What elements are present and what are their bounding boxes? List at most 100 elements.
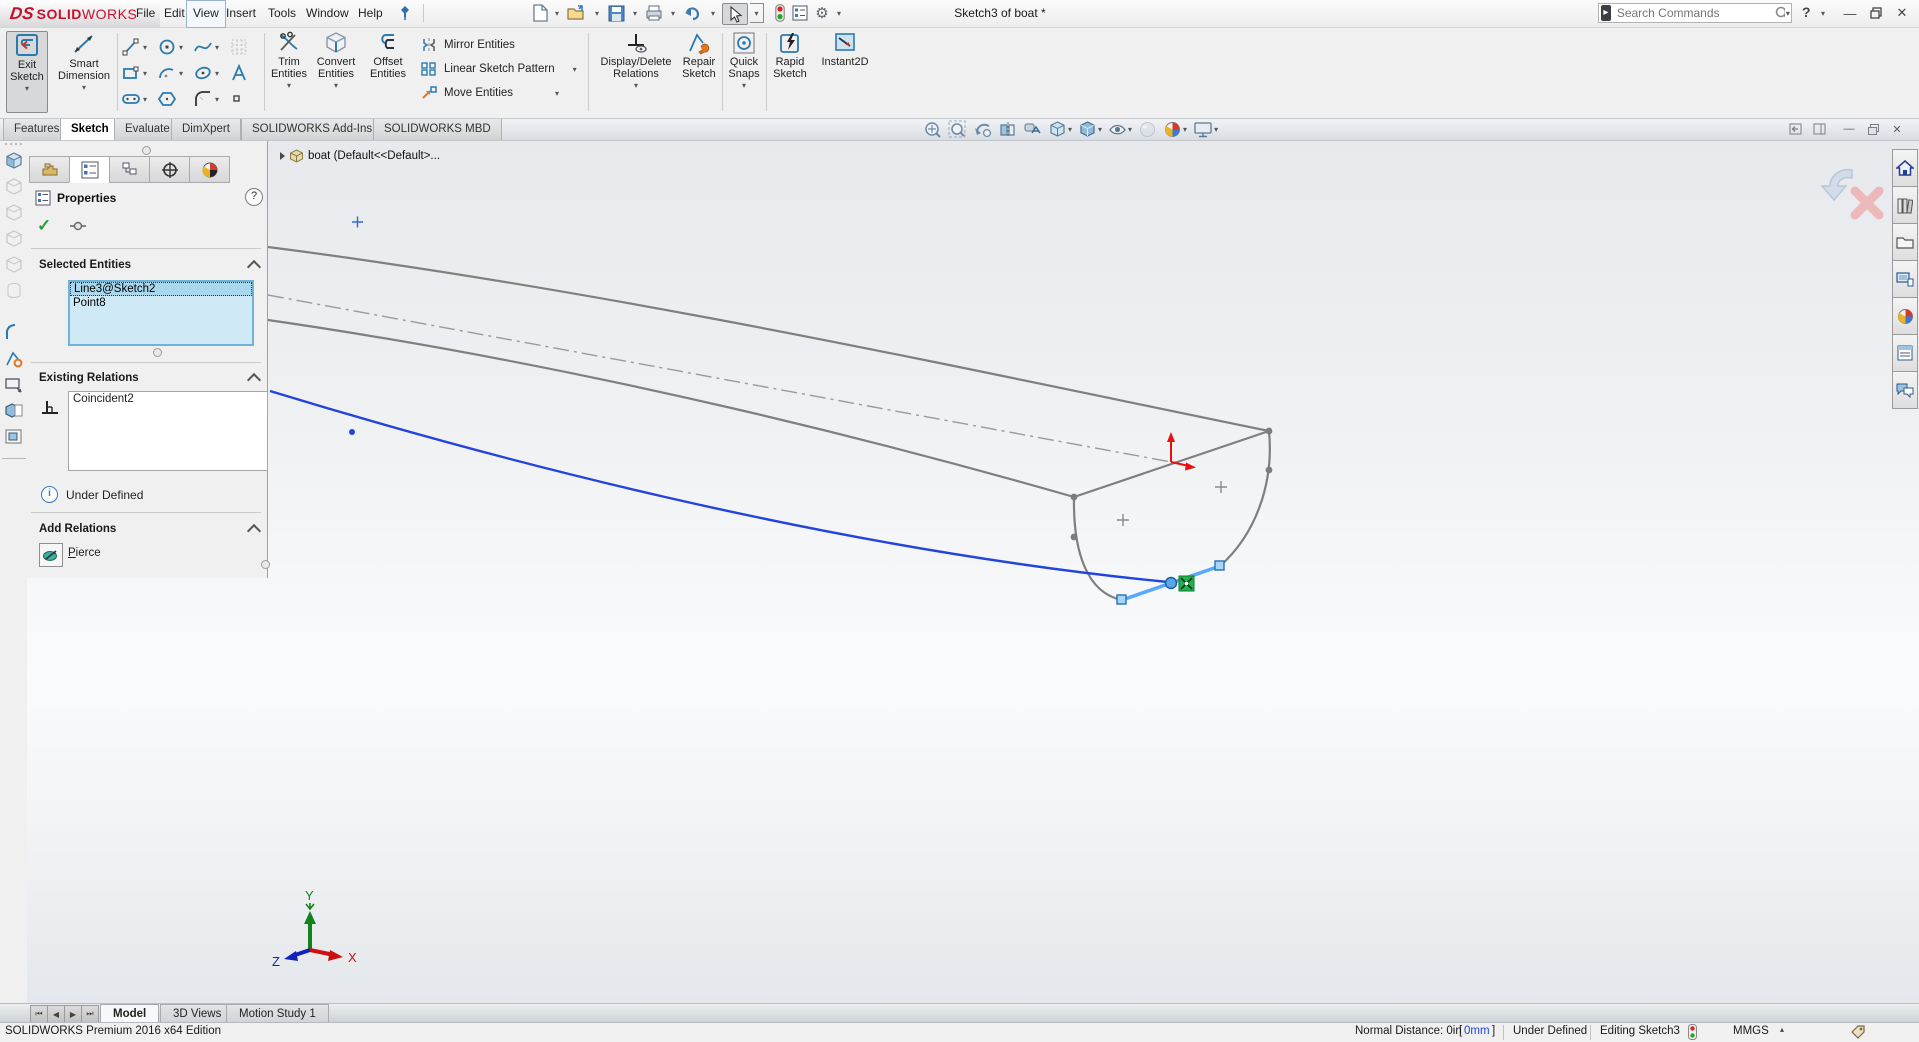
move-view-button[interactable] xyxy=(0,372,27,398)
doc-window-back-icon[interactable] xyxy=(1785,120,1805,138)
home-tab-button[interactable] xyxy=(1892,149,1918,187)
existing-relations-header[interactable]: Existing Relations xyxy=(39,372,139,384)
sketch-picture-button[interactable] xyxy=(229,37,249,57)
fillet-tool-button[interactable]: ▾ xyxy=(193,89,219,109)
smart-dimension-button[interactable]: Smart Dimension ▾ xyxy=(54,31,114,92)
circle-tool-button[interactable]: ▾ xyxy=(157,37,183,57)
prev-tab-button[interactable]: ◀ xyxy=(47,1005,65,1023)
menu-file[interactable]: File xyxy=(130,0,161,26)
spline-tool-caret[interactable]: ▾ xyxy=(215,43,219,52)
print-caret[interactable]: ▾ xyxy=(668,3,678,23)
search-input[interactable] xyxy=(1614,5,1774,21)
save-button[interactable] xyxy=(606,3,626,23)
pin-menu-icon[interactable] xyxy=(398,5,412,21)
units-caret[interactable]: ▴ xyxy=(1780,1025,1784,1034)
menu-window[interactable]: Window xyxy=(300,0,355,26)
convert-entities-button[interactable]: Convert Entities ▾ xyxy=(312,31,360,90)
listbox-resize-grip[interactable] xyxy=(153,348,162,357)
zoom-to-area-button[interactable] xyxy=(945,118,970,140)
help-button[interactable]: ? xyxy=(1802,4,1811,20)
quick-snaps-caret[interactable]: ▾ xyxy=(742,81,746,90)
view-cylinder-button[interactable] xyxy=(0,278,27,304)
panel-help-button[interactable]: ? xyxy=(245,188,263,206)
edit-appearance-button[interactable] xyxy=(1135,118,1160,140)
zoom-to-fit-button[interactable] xyxy=(920,118,945,140)
tab-dimxpert[interactable]: DimXpert xyxy=(171,118,241,140)
help-caret[interactable]: ▾ xyxy=(1818,3,1828,23)
pierce-relation-button[interactable] xyxy=(39,543,63,567)
view-orientation-button[interactable]: ▾ xyxy=(1045,118,1075,140)
file-properties-button[interactable] xyxy=(790,3,810,23)
section-view-button[interactable] xyxy=(995,118,1020,140)
polygon-tool-button[interactable] xyxy=(157,89,177,109)
forum-button[interactable] xyxy=(1892,371,1918,409)
save-caret[interactable]: ▾ xyxy=(630,3,640,23)
arc-tool-button[interactable]: ▾ xyxy=(157,63,183,83)
window-close-button[interactable]: ✕ xyxy=(1890,0,1914,26)
view-cube-button[interactable] xyxy=(0,226,27,252)
next-tab-button[interactable]: ▶ xyxy=(64,1005,82,1023)
tab-solidworks-mbd[interactable]: SOLIDWORKS MBD xyxy=(373,118,502,140)
apply-scene-button[interactable]: ▾ xyxy=(1160,118,1190,140)
view-cube-button[interactable] xyxy=(0,174,27,200)
tab-solidworks-add-ins[interactable]: SOLIDWORKS Add-Ins xyxy=(241,118,384,140)
doc-restore-button[interactable] xyxy=(1863,120,1883,138)
offset-entities-button[interactable]: Offset Entities xyxy=(362,31,414,80)
appearances-scenes-button[interactable] xyxy=(1892,297,1918,335)
move-entities-caret[interactable]: ▾ xyxy=(555,89,559,98)
view-annotations-button[interactable] xyxy=(1020,118,1045,140)
rapid-sketch-button[interactable]: Rapid Sketch xyxy=(768,31,812,80)
render-cube-button[interactable] xyxy=(0,398,27,424)
doc-minimize-button[interactable]: — xyxy=(1839,120,1859,138)
spline-tool-button[interactable]: ▾ xyxy=(193,37,219,57)
rectangle-tool-button[interactable]: ▾ xyxy=(121,63,147,83)
first-tab-button[interactable]: ⏮ xyxy=(30,1005,48,1023)
smart-dimension-caret[interactable]: ▾ xyxy=(82,83,86,92)
graphics-viewport[interactable] xyxy=(27,140,1919,1003)
ok-check-button[interactable]: ✓ xyxy=(37,216,51,236)
view-orientation-caret[interactable]: ▾ xyxy=(1068,125,1072,134)
custom-properties-button[interactable] xyxy=(1892,334,1918,372)
convert-entities-caret[interactable]: ▾ xyxy=(334,81,338,90)
add-relations-collapse-icon[interactable] xyxy=(246,523,262,539)
circle-tool-caret[interactable]: ▾ xyxy=(179,43,183,52)
existing-relations-collapse-icon[interactable] xyxy=(246,372,262,388)
menu-help[interactable]: Help xyxy=(352,0,389,26)
view-cube-button[interactable] xyxy=(0,200,27,226)
slot-tool-button[interactable]: ▾ xyxy=(121,89,147,109)
pin-icon[interactable] xyxy=(69,219,87,233)
tree-expander-icon[interactable] xyxy=(280,152,285,160)
point-tool-button[interactable] xyxy=(231,93,243,105)
units-label[interactable]: MMGS xyxy=(1733,1025,1769,1037)
open-document-caret[interactable]: ▾ xyxy=(592,3,602,23)
print-button[interactable] xyxy=(644,3,664,23)
existing-relations-listbox[interactable]: Coincident2 xyxy=(68,391,268,471)
ellipse-tool-caret[interactable]: ▾ xyxy=(215,69,219,78)
panel-corner-grip[interactable] xyxy=(261,560,270,569)
add-relations-header[interactable]: Add Relations xyxy=(39,523,116,535)
view-cube-shaded-button[interactable] xyxy=(0,148,27,174)
move-entities-button[interactable]: Move Entities ▾ xyxy=(420,81,577,105)
list-item[interactable]: Point8 xyxy=(70,296,252,310)
mirror-entities-button[interactable]: Mirror Entities xyxy=(420,33,577,57)
sketch-text-button[interactable] xyxy=(229,63,249,83)
display-style-button[interactable]: ▾ xyxy=(1075,118,1105,140)
ellipse-tool-button[interactable]: ▾ xyxy=(193,63,219,83)
tag-icon[interactable] xyxy=(1850,1024,1867,1040)
new-document-button[interactable] xyxy=(530,3,550,23)
pierce-label[interactable]: Pierce xyxy=(68,547,101,559)
last-tab-button[interactable]: ⏭ xyxy=(81,1005,99,1023)
hide-show-items-button[interactable]: ▾ xyxy=(1105,118,1135,140)
previous-view-button[interactable] xyxy=(970,118,995,140)
window-restore-button[interactable] xyxy=(1864,0,1888,26)
trim-entities-button[interactable]: Trim Entities ▾ xyxy=(266,31,312,90)
preview-window-button[interactable] xyxy=(0,424,27,450)
dimxpert-manager-tab[interactable] xyxy=(149,156,190,183)
slot-tool-caret[interactable]: ▾ xyxy=(143,95,147,104)
select-tool-caret[interactable]: ▾ xyxy=(750,3,764,23)
list-item[interactable]: Line3@Sketch2 xyxy=(70,282,252,296)
view-settings-button[interactable]: ▾ xyxy=(1190,118,1221,140)
menu-tools[interactable]: Tools xyxy=(262,0,302,26)
instant2d-button[interactable]: Instant2D xyxy=(816,31,874,68)
open-document-button[interactable] xyxy=(566,3,586,23)
